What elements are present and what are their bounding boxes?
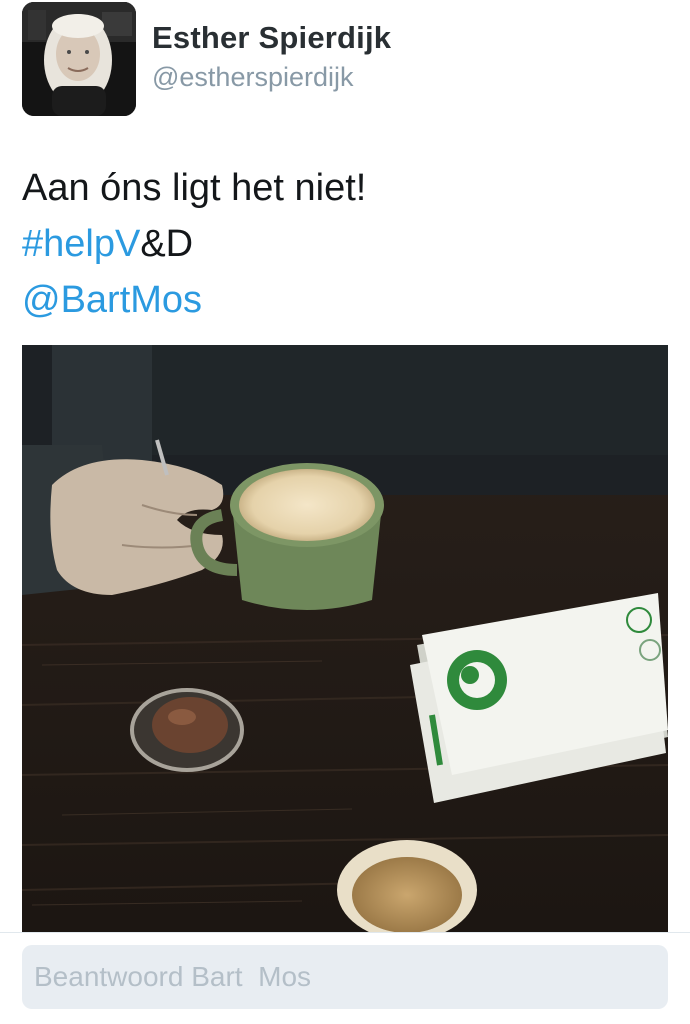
hashtag-link[interactable]: #helpV bbox=[22, 223, 140, 265]
avatar-image bbox=[22, 2, 136, 116]
reply-input[interactable] bbox=[22, 945, 668, 1009]
display-name[interactable]: Esther Spierdijk bbox=[152, 20, 391, 56]
avatar[interactable] bbox=[22, 2, 136, 116]
divider bbox=[0, 932, 690, 933]
photo-image bbox=[22, 345, 668, 932]
tweet-detail-view: Esther Spierdijk @estherspierdijk Aan ón… bbox=[0, 0, 690, 1024]
mention-link[interactable]: @BartMos bbox=[22, 272, 366, 328]
hashtag-suffix: &D bbox=[140, 223, 194, 265]
tweet-photo[interactable] bbox=[22, 345, 668, 932]
tweet-text-line: Aan óns ligt het niet! bbox=[22, 167, 367, 209]
tweet-text: Aan óns ligt het niet! #helpV&D @BartMos bbox=[22, 160, 366, 328]
hashtag-line: #helpV&D bbox=[22, 216, 366, 272]
user-handle[interactable]: @estherspierdijk bbox=[152, 62, 354, 93]
